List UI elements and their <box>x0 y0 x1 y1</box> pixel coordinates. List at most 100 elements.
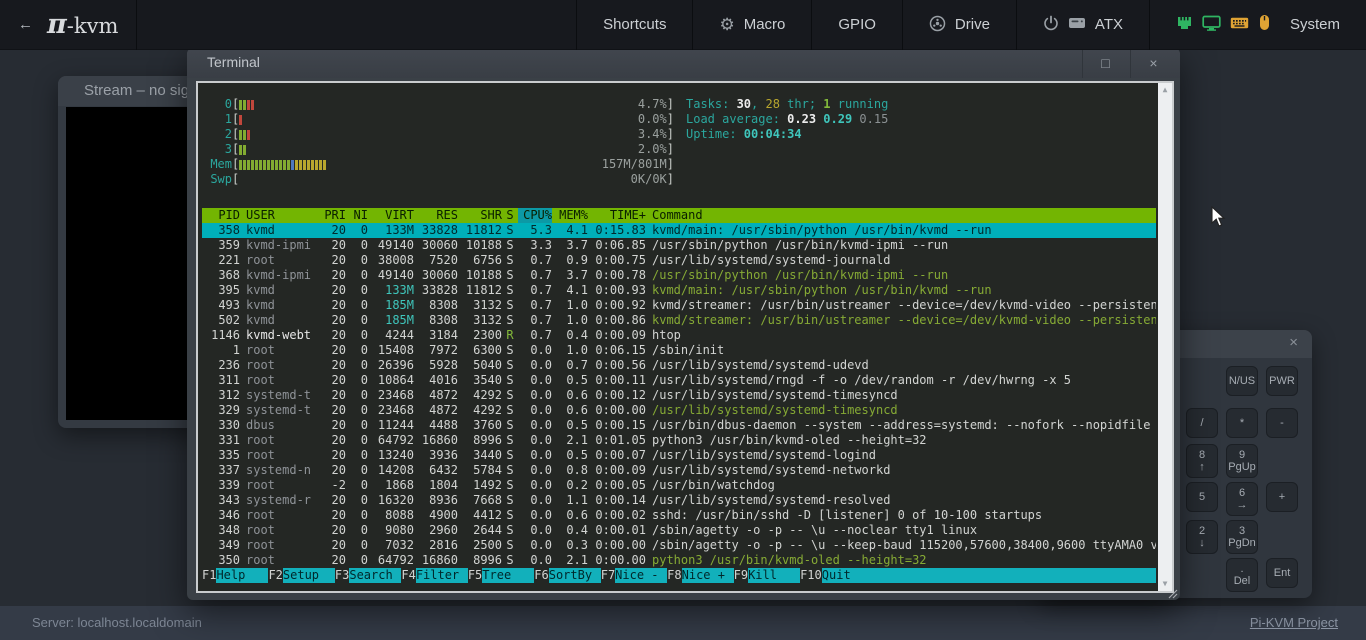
fkey-F9: F9 <box>734 568 748 583</box>
uptime-line: Uptime: 00:04:34 <box>686 127 1156 142</box>
nav-item-system[interactable]: System <box>1150 0 1366 49</box>
close-button[interactable]: × <box>1130 48 1176 78</box>
keypad-key-pwr[interactable]: PWR <box>1266 366 1298 396</box>
close-icon[interactable]: × <box>1289 334 1298 351</box>
nav-label: Drive <box>955 16 990 33</box>
process-row: 502kvmd200185M83083132S0.71.00:00.86kvmd… <box>202 313 1156 328</box>
meter-bar <box>239 130 242 140</box>
swp-meter: Swp[0K/0K] <box>204 172 674 187</box>
nav-label: Shortcuts <box>603 16 666 33</box>
monitor-icon <box>1202 15 1221 35</box>
load-line: Load average: 0.23 0.29 0.15 <box>686 112 1156 127</box>
keypad-key-pgdn[interactable]: 3PgDn <box>1226 520 1258 554</box>
nav-item-macro[interactable]: ⚙ Macro <box>693 0 811 49</box>
cpu-meter: 3[2.0%] <box>204 142 674 157</box>
terminal-scrollbar[interactable]: ▲ ▼ <box>1158 83 1172 591</box>
process-row: 1root2001540879726300S0.01.00:06.15/sbin… <box>202 343 1156 358</box>
keypad-key-[interactable]: 8↑ <box>1186 444 1218 478</box>
meter-bar <box>275 160 278 170</box>
col-res[interactable]: RES <box>414 208 458 223</box>
col-pid[interactable]: PID <box>202 208 240 223</box>
nav-item-shortcuts[interactable]: Shortcuts <box>577 0 692 49</box>
meter-bar <box>263 160 266 170</box>
fkey-F8: F8 <box>667 568 681 583</box>
keypad-key-pgup[interactable]: 9PgUp <box>1226 444 1258 478</box>
nav-item-atx[interactable]: ATX <box>1017 0 1149 49</box>
back-arrow-icon[interactable]: ← <box>18 16 33 33</box>
meter-bar <box>279 160 282 170</box>
process-row: 312systemd-t2002346848724292S0.00.60:00.… <box>202 388 1156 403</box>
col-virt[interactable]: VIRT <box>368 208 414 223</box>
meter-bar <box>271 160 274 170</box>
resize-grip[interactable] <box>1166 586 1178 598</box>
fkey-F5: F5 <box>468 568 482 583</box>
keypad-key-[interactable]: / <box>1186 408 1218 438</box>
lan-icon <box>1176 15 1193 35</box>
keypad-key-ent[interactable]: Ent <box>1266 558 1298 588</box>
col-mem[interactable]: MEM% <box>552 208 588 223</box>
fkey-label: SortBy <box>549 568 601 583</box>
terminal-canvas[interactable]: 0[4.7%]1[0.0%]2[3.4%]3[2.0%]Mem[157M/801… <box>196 81 1174 593</box>
meter-bar <box>299 160 302 170</box>
meter-bar <box>295 160 298 170</box>
meter-bar <box>315 160 318 170</box>
meter-bar <box>247 160 250 170</box>
process-row: 359kvmd-ipmi200491403006010188S3.33.70:0… <box>202 238 1156 253</box>
meter-bar <box>239 160 242 170</box>
terminal-title: Terminal <box>207 54 260 70</box>
nav-item-drive[interactable]: Drive <box>903 0 1016 49</box>
logo-area: ← π-kvm <box>0 0 136 49</box>
status-bar: Server: localhost.localdomain Pi-KVM Pro… <box>0 606 1366 640</box>
meter-bar <box>323 160 326 170</box>
fkey-F10: F10 <box>800 568 822 583</box>
top-nav: ← π-kvm Shortcuts ⚙ Macro GPIO Drive ATX <box>0 0 1366 50</box>
tasks-line: Tasks: 30, 28 thr; 1 running <box>686 97 1156 112</box>
terminal-titlebar[interactable]: Terminal □ × <box>187 48 1180 78</box>
fkey-F4: F4 <box>401 568 415 583</box>
col-cpu[interactable]: CPU% <box>518 208 552 223</box>
meter-bar <box>291 160 294 170</box>
fkey-label: Setup <box>283 568 335 583</box>
meter-bar <box>247 130 250 140</box>
fkey-F1: F1 <box>202 568 216 583</box>
meter-bar <box>267 160 270 170</box>
function-key-bar: F1HelpF2SetupF3SearchF4FilterF5TreeF6Sor… <box>202 568 1156 583</box>
col-ni[interactable]: NI <box>346 208 368 223</box>
col-user[interactable]: USER <box>240 208 318 223</box>
meter-bar <box>243 160 246 170</box>
case-icon <box>1068 16 1086 33</box>
col-time[interactable]: TIME+ <box>588 208 646 223</box>
scroll-up-icon[interactable]: ▲ <box>1158 83 1172 97</box>
fkey-label: Nice - <box>615 568 667 583</box>
htop-summary: Tasks: 30, 28 thr; 1 runningLoad average… <box>686 97 1156 142</box>
keypad-key-[interactable]: 6→ <box>1226 482 1258 516</box>
htop-meters: 0[4.7%]1[0.0%]2[3.4%]3[2.0%]Mem[157M/801… <box>204 97 674 187</box>
logo-rest: -kvm <box>67 14 119 38</box>
col-s[interactable]: S <box>502 208 518 223</box>
keypad-key-[interactable]: - <box>1266 408 1298 438</box>
fkey-F7: F7 <box>601 568 615 583</box>
terminal-window: Terminal □ × 0[4.7%]1[0.0%]2[3.4%]3[2.0%… <box>187 48 1180 600</box>
meter-bar <box>251 160 254 170</box>
col-shr[interactable]: SHR <box>458 208 502 223</box>
col-pri[interactable]: PRI <box>318 208 346 223</box>
keypad-key-del[interactable]: .Del <box>1226 558 1258 592</box>
process-row: 350root20064792168608996S0.02.10:00.00py… <box>202 553 1156 568</box>
keyboard-icon <box>1230 16 1249 34</box>
maximize-button[interactable]: □ <box>1082 48 1128 78</box>
col-cmd[interactable]: Command <box>646 208 1156 223</box>
process-row: 343systemd-r2001632089367668S0.01.10:00.… <box>202 493 1156 508</box>
keypad-key-[interactable]: + <box>1266 482 1298 512</box>
fkey-label: Nice + <box>682 568 734 583</box>
keypad-key-5[interactable]: 5 <box>1186 482 1218 512</box>
keypad-key-nus[interactable]: N/US <box>1226 366 1258 396</box>
keypad-key-[interactable]: 2↓ <box>1186 520 1218 554</box>
fkey-label: Filter <box>416 568 468 583</box>
keypad-key-[interactable]: * <box>1226 408 1258 438</box>
nav-item-gpio[interactable]: GPIO <box>812 0 902 49</box>
meter-bar <box>283 160 286 170</box>
process-row: 221root2003800875206756S0.70.90:00.75/us… <box>202 253 1156 268</box>
project-link[interactable]: Pi-KVM Project <box>1250 615 1338 630</box>
mem-meter: Mem[157M/801M] <box>204 157 674 172</box>
process-row: 368kvmd-ipmi200491403006010188S0.73.70:0… <box>202 268 1156 283</box>
